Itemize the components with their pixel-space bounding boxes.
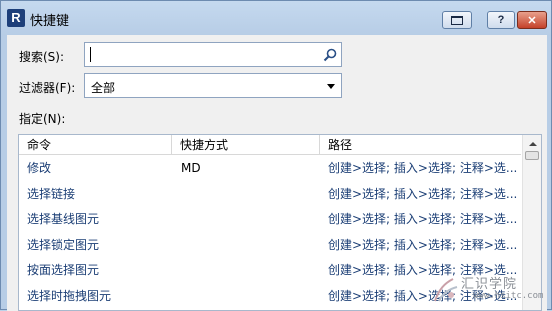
shortcut-cell[interactable] xyxy=(181,258,319,284)
command-cell: 选择锁定图元 xyxy=(27,237,100,252)
command-cell: 修改 xyxy=(27,161,52,175)
path-cell: 创建>选择; 插入>选择; 注释>选... xyxy=(328,186,518,201)
column-header-command[interactable]: 命令 xyxy=(19,135,172,155)
search-input[interactable] xyxy=(84,42,342,67)
column-header-shortcut[interactable]: 快捷方式 xyxy=(172,135,320,155)
scroll-thumb[interactable] xyxy=(525,151,539,160)
search-label: 搜索(S): xyxy=(19,50,65,64)
watermark-url: www.hsitc.com xyxy=(473,291,544,301)
assigned-label: 指定(N): xyxy=(19,112,66,126)
command-cell: 按面选择图元 xyxy=(27,263,100,277)
dialog-body: 搜索(S): 过滤器(F): 全部 指定(N): 命令 快捷方式 路径 修改 M… xyxy=(7,35,547,311)
shortcut-cell[interactable]: MD xyxy=(181,156,319,182)
restore-icon xyxy=(451,15,463,25)
scroll-up-arrow-icon[interactable] xyxy=(526,137,539,150)
filter-dropdown[interactable]: 全部 xyxy=(84,73,342,98)
help-button[interactable]: ? xyxy=(487,11,515,29)
shortcut-cell[interactable] xyxy=(181,284,319,310)
shortcut-cell[interactable] xyxy=(181,233,319,259)
watermark-logo-icon xyxy=(434,278,458,302)
shortcuts-dialog: R 快捷键 ? ✕ 搜索(S): 过滤器(F): 全部 指定(N): 命令 快捷… xyxy=(0,0,552,311)
path-cell: 创建>选择; 插入>选择; 注释>选... xyxy=(328,212,518,226)
chevron-down-icon xyxy=(327,84,335,89)
path-cell: 创建>选择; 插入>选择; 注释>选... xyxy=(328,161,518,175)
dialog-title: 快捷键 xyxy=(30,14,70,29)
revit-app-icon: R xyxy=(7,9,25,27)
table-header: 命令 快捷方式 路径 xyxy=(19,135,521,155)
filter-selected-value: 全部 xyxy=(91,81,116,95)
table-row[interactable]: 选择链接 创建>选择; 插入>选择; 注释>选... xyxy=(19,182,521,208)
filter-label: 过滤器(F): xyxy=(19,81,76,95)
close-button[interactable]: ✕ xyxy=(517,11,547,29)
table-row[interactable]: 选择锁定图元 创建>选择; 插入>选择; 注释>选... xyxy=(19,233,521,259)
title-bar[interactable]: R 快捷键 ? ✕ xyxy=(1,1,551,35)
table-row[interactable]: 修改 MD 创建>选择; 插入>选择; 注释>选... xyxy=(19,156,521,182)
table-row[interactable]: 选择基线图元 创建>选择; 插入>选择; 注释>选... xyxy=(19,207,521,233)
watermark: 汇识学院 www.hsitc.com xyxy=(431,273,552,311)
command-cell: 选择基线图元 xyxy=(27,212,100,226)
command-cell: 选择链接 xyxy=(27,186,76,201)
column-header-path[interactable]: 路径 xyxy=(320,135,521,155)
watermark-title: 汇识学院 xyxy=(461,277,518,292)
command-cell: 选择时拖拽图元 xyxy=(27,288,112,303)
search-icon[interactable] xyxy=(322,47,338,63)
path-cell: 创建>选择; 插入>选择; 注释>选... xyxy=(328,237,518,252)
restore-button[interactable] xyxy=(442,11,472,29)
text-cursor xyxy=(90,47,91,62)
shortcut-cell[interactable] xyxy=(181,207,319,233)
shortcut-cell[interactable] xyxy=(181,182,319,208)
